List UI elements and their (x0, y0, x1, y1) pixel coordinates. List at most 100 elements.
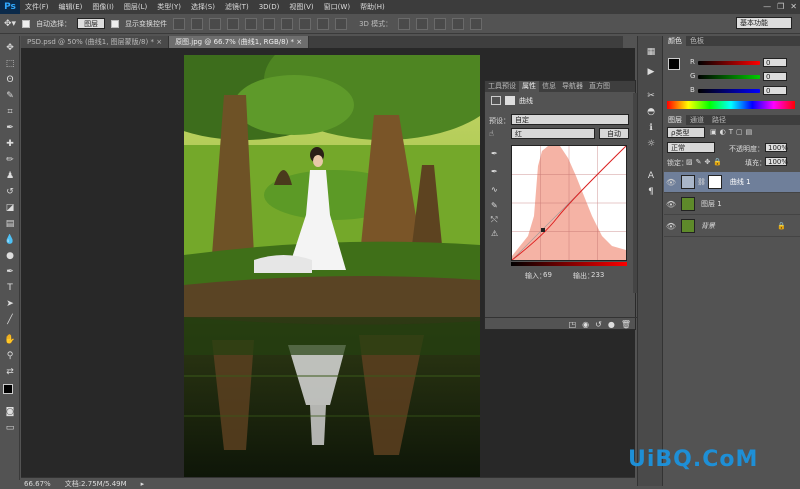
history-brush-icon[interactable]: ↺ (4, 186, 16, 198)
tab-histogram[interactable]: 直方图 (586, 81, 613, 92)
menu-layer[interactable]: 图层(L) (119, 2, 152, 12)
stamp-tool-icon[interactable]: ♟ (4, 170, 16, 182)
tab-swatches[interactable]: 色板 (686, 36, 708, 46)
zoom-tool-icon[interactable]: ⚲ (4, 350, 16, 362)
filter-icons[interactable]: ▣◐T▢▤ (710, 128, 755, 136)
brush-panel-icon[interactable]: ☼ (645, 138, 657, 150)
styles-icon[interactable]: ◓ (645, 106, 657, 118)
fg-swatch[interactable] (668, 58, 680, 70)
type-tool-icon[interactable]: T (4, 282, 16, 294)
channel-dropdown[interactable]: 红 (511, 128, 595, 139)
restore-icon[interactable]: ❐ (777, 2, 784, 11)
align-center-icon[interactable] (245, 17, 258, 30)
dodge-tool-icon[interactable]: ● (4, 250, 16, 262)
hand-tool-icon[interactable]: ✋ (4, 334, 16, 346)
align-middle-icon[interactable] (191, 17, 204, 30)
align-top-icon[interactable] (173, 17, 186, 30)
tab-tool-presets[interactable]: 工具预设 (485, 81, 519, 92)
3d-scale-icon[interactable] (470, 17, 483, 30)
healing-tool-icon[interactable]: ✚ (4, 138, 16, 150)
actions-icon[interactable]: ▶ (645, 66, 657, 78)
menu-image[interactable]: 图像(I) (87, 2, 119, 12)
tab-layers[interactable]: 图层 (664, 115, 686, 125)
view-previous-icon[interactable]: ◉ (582, 320, 589, 329)
move-tool-icon[interactable]: ✥ (4, 42, 16, 54)
align-bottom-icon[interactable] (209, 17, 222, 30)
lock-icons[interactable]: ▨✎✥🔒 (686, 158, 725, 166)
document-image[interactable] (184, 55, 480, 477)
auto-button[interactable]: 自动 (599, 128, 629, 139)
tab-properties[interactable]: 属性 (519, 81, 539, 92)
doc-size[interactable]: 文档:2.75M/5.49M (65, 479, 127, 489)
mask-icon[interactable] (505, 96, 515, 105)
layer-name[interactable]: 背景 (701, 221, 715, 231)
eye-icon[interactable]: 👁 (664, 200, 678, 209)
quick-select-tool-icon[interactable]: ✎ (4, 90, 16, 102)
eraser-tool-icon[interactable]: ◪ (4, 202, 16, 214)
tab-psd[interactable]: PSD.psd @ 50% (曲线1, 图层蒙版/8) * × (21, 36, 170, 48)
preset-dropdown[interactable]: 自定 (511, 114, 629, 125)
screen-mode-icon[interactable]: ▭ (4, 422, 16, 434)
align-left-icon[interactable] (227, 17, 240, 30)
auto-select-dropdown[interactable]: 图层 (77, 18, 106, 29)
move-tool-icon[interactable]: ✥▾ (4, 19, 16, 29)
foreground-color[interactable] (3, 384, 13, 394)
tab-paths[interactable]: 路径 (708, 115, 730, 125)
menu-file[interactable]: 文件(F) (20, 2, 54, 12)
fill-value[interactable]: 100% (765, 157, 788, 166)
lasso-tool-icon[interactable]: ʘ (4, 74, 16, 86)
menu-select[interactable]: 选择(S) (186, 2, 220, 12)
layer-name[interactable]: 曲线 1 (730, 177, 751, 187)
input-value[interactable]: 69 (543, 271, 552, 279)
close-icon[interactable]: × (296, 38, 302, 46)
3d-drag-icon[interactable] (434, 17, 447, 30)
smooth-icon[interactable]: ⤲ (491, 215, 497, 225)
pencil-icon[interactable]: ✎ (491, 201, 498, 210)
layer-row[interactable]: 👁 ⛓ 曲线 1 (664, 172, 800, 193)
status-arrow-icon[interactable]: ▸ (141, 480, 145, 488)
eye-icon[interactable]: 👁 (664, 178, 678, 187)
layer-row[interactable]: 👁 图层 1 (664, 194, 800, 215)
menu-filter[interactable]: 滤镜(T) (220, 2, 254, 12)
blur-tool-icon[interactable]: 💧 (4, 234, 16, 246)
workspace-switcher[interactable]: 基本功能 (736, 17, 792, 29)
layer-row[interactable]: 👁 背景 🔒 (664, 216, 800, 237)
tab-original[interactable]: 原图.jpg @ 66.7% (曲线1, RGB/8) * × (169, 36, 310, 48)
tab-navigator[interactable]: 导航器 (559, 81, 586, 92)
opacity-value[interactable]: 100% (765, 143, 788, 152)
menu-edit[interactable]: 编辑(E) (54, 2, 88, 12)
marquee-tool-icon[interactable]: ⬚ (4, 58, 16, 70)
zoom-level[interactable]: 66.67% (24, 480, 51, 488)
visibility-icon[interactable]: ● (608, 320, 615, 329)
auto-align-icon[interactable] (335, 17, 348, 30)
curve-edit-icon[interactable]: ∿ (491, 185, 498, 194)
tab-color[interactable]: 颜色 (664, 36, 686, 46)
layer-filter-dropdown[interactable]: ρ类型 (667, 127, 705, 138)
gradient-tool-icon[interactable]: ▤ (4, 218, 16, 230)
3d-rotate-icon[interactable] (398, 17, 411, 30)
b-value[interactable]: 0 (763, 86, 787, 95)
curves-graph[interactable] (511, 145, 627, 261)
menu-view[interactable]: 视图(V) (284, 2, 318, 12)
target-adjust-icon[interactable]: ☝ (489, 129, 494, 138)
info-icon[interactable]: ℹ (645, 122, 657, 134)
auto-select-checkbox[interactable] (22, 19, 31, 28)
paragraph-icon[interactable]: ¶ (645, 186, 657, 198)
distribute-v-icon[interactable] (317, 17, 330, 30)
eyedropper-tool-icon[interactable]: ✒ (4, 122, 16, 134)
delete-icon[interactable]: 🗑 (621, 320, 631, 329)
minimize-icon[interactable]: — (763, 2, 771, 11)
character-icon[interactable]: A (645, 170, 657, 182)
3d-slide-icon[interactable] (452, 17, 465, 30)
distribute-icon[interactable] (281, 17, 294, 30)
shape-tool-icon[interactable]: ╱ (4, 314, 16, 326)
b-slider[interactable] (698, 89, 760, 93)
close-icon[interactable]: × (156, 38, 162, 46)
tab-info[interactable]: 信息 (539, 81, 559, 92)
blend-mode-dropdown[interactable]: 正常 (667, 142, 715, 153)
brush-tool-icon[interactable]: ✏ (4, 154, 16, 166)
menu-3d[interactable]: 3D(D) (254, 3, 285, 11)
show-transform-checkbox[interactable] (111, 19, 120, 28)
mask-thumb[interactable] (707, 175, 722, 189)
crop-tool-icon[interactable]: ⌗ (4, 106, 16, 118)
